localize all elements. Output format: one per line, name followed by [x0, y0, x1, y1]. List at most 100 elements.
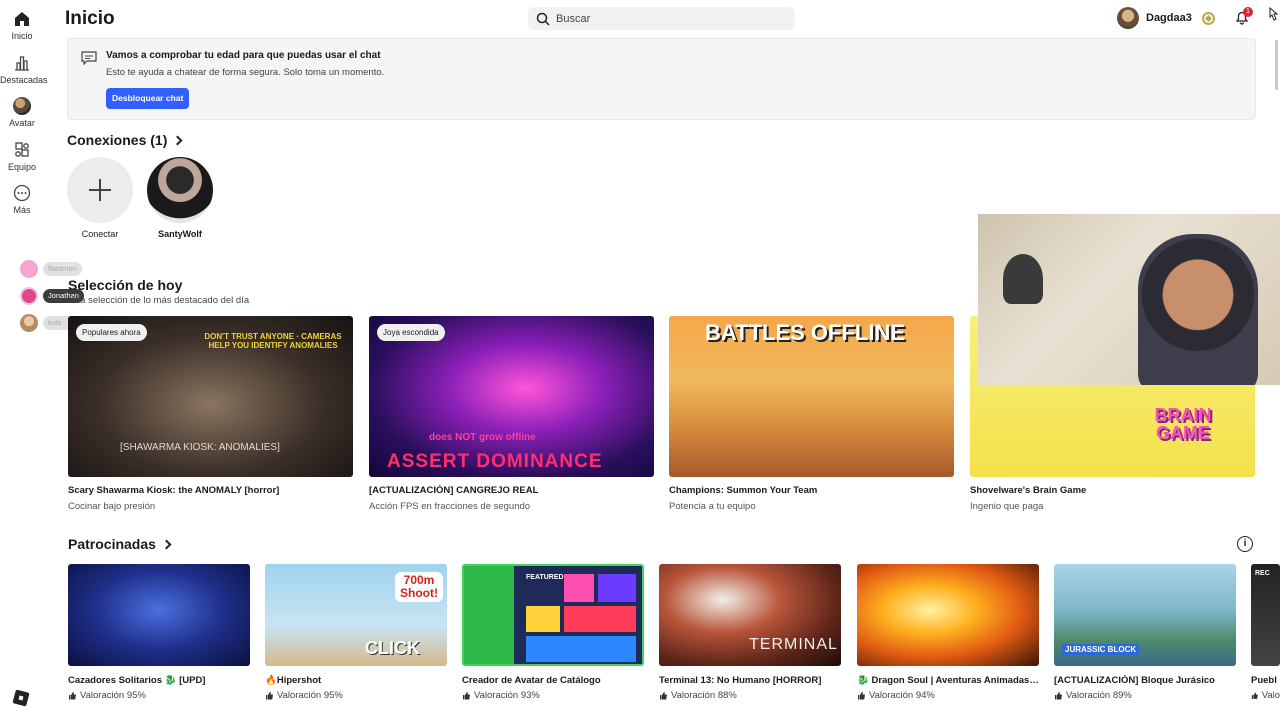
roblox-logo-icon[interactable] — [12, 689, 30, 707]
today-header: Selección de hoy — [68, 277, 182, 293]
discord-avatar — [20, 314, 38, 332]
nav-label: Avatar — [9, 118, 35, 128]
connection-santywolf[interactable]: SantyWolf — [146, 157, 214, 239]
tile — [564, 606, 636, 632]
search-input[interactable] — [556, 12, 776, 25]
game-thumbnail[interactable]: FEATURED — [462, 564, 644, 666]
game-subtitle: Potencia a tu equipo — [669, 501, 756, 512]
game-rating: Valoración 95% — [68, 690, 250, 701]
game-title[interactable]: Champions: Summon Your Team — [669, 485, 954, 496]
game-title[interactable]: Terminal 13: No Humano [HORROR] — [659, 675, 841, 686]
sponsored-title: Patrocinadas — [68, 536, 156, 552]
banner-text: Esto te ayuda a chatear de forma segura.… — [106, 67, 385, 78]
game-title[interactable]: Cazadores Solitarios 🐉 [UPD] — [68, 675, 250, 686]
username[interactable]: Dagdaa3 — [1146, 12, 1192, 24]
game-rating: Valoración 88% — [659, 690, 841, 701]
nav-item-home[interactable]: Inicio — [0, 10, 44, 41]
chevron-right-icon — [172, 135, 183, 145]
sponsored-header[interactable]: Patrocinadas — [68, 536, 172, 552]
game-thumbnail[interactable] — [857, 564, 1039, 666]
plus-icon — [67, 157, 133, 223]
unlock-chat-button[interactable]: Desbloquear chat — [106, 88, 190, 109]
game-card[interactable]: REC Puebl Valo — [1251, 564, 1280, 701]
game-card[interactable]: Populares ahora DON'T TRUST ANYONE · CAM… — [68, 316, 353, 512]
thumbs-up-icon — [266, 692, 273, 700]
thumbnail-text: BATTLES OFFLINE — [705, 320, 906, 345]
game-thumbnail[interactable]: JURASSIC BLOCK — [1054, 564, 1236, 666]
nav-label: Más — [13, 205, 31, 215]
connections-header[interactable]: Conexiones (1) — [67, 132, 183, 148]
game-thumbnail[interactable]: Joya escondida does NOT grow offline ASS… — [369, 316, 654, 477]
avatar[interactable] — [1117, 7, 1139, 29]
game-thumbnail[interactable]: Populares ahora DON'T TRUST ANYONE · CAM… — [68, 316, 353, 477]
game-thumbnail[interactable]: TERMINAL 13 — [659, 564, 841, 666]
nav-item-featured[interactable]: Destacadas — [0, 54, 48, 85]
game-badge: Joya escondida — [377, 324, 445, 341]
nav-item-more[interactable]: Más — [0, 184, 44, 215]
connect-label: Conectar — [81, 229, 119, 239]
robux-icon[interactable] — [1201, 11, 1215, 25]
age-check-banner: Vamos a comprobar tu edad para que pueda… — [67, 38, 1256, 120]
game-rating: Valo — [1251, 690, 1280, 701]
game-card[interactable]: TERMINAL 13 Terminal 13: No Humano [HORR… — [659, 564, 841, 701]
nav-item-team[interactable]: Equipo — [0, 141, 44, 172]
game-subtitle: Cocinar bajo presión — [68, 501, 156, 512]
rating-text: Valoración 95% — [277, 690, 343, 701]
game-title[interactable]: Scary Shawarma Kiosk: the ANOMALY [horro… — [68, 485, 353, 496]
game-title[interactable]: [ACTUALIZACIÓN] Bloque Jurásico — [1054, 675, 1236, 686]
webcam-person — [1138, 234, 1258, 385]
game-thumbnail[interactable]: 700m Shoot! CLICK — [265, 564, 447, 666]
scrollbar[interactable] — [1275, 40, 1278, 90]
info-icon[interactable]: i — [1237, 536, 1253, 552]
rating-text: Valoración 94% — [869, 690, 935, 701]
game-card[interactable]: FEATURED Creador de Avatar de Catálogo V… — [462, 564, 644, 701]
team-icon — [15, 142, 29, 157]
game-title[interactable]: 🔥Hipershot — [265, 675, 447, 686]
game-title[interactable]: [ACTUALIZACIÓN] CANGREJO REAL — [369, 485, 654, 496]
today-subtitle: Una selección de lo más destacado del dí… — [68, 295, 250, 306]
avatar-icon — [13, 97, 31, 115]
game-thumbnail[interactable]: REC — [1251, 564, 1280, 666]
more-icon — [13, 184, 31, 202]
game-card[interactable]: BATTLES OFFLINE Champions: Summon Your T… — [669, 316, 954, 512]
thumbs-up-icon — [660, 692, 667, 700]
game-card[interactable]: 700m Shoot! CLICK 🔥Hipershot Valoración … — [265, 564, 447, 701]
thumbs-up-icon — [463, 692, 470, 700]
connection-name: SantyWolf — [158, 229, 202, 239]
game-card[interactable]: JURASSIC BLOCK [ACTUALIZACIÓN] Bloque Ju… — [1054, 564, 1236, 701]
discord-username: flatamon — [43, 262, 82, 276]
tile — [564, 574, 594, 602]
game-card[interactable]: 🐉 Dragon Soul | Aventuras Animadas ... V… — [857, 564, 1039, 701]
search-bar[interactable] — [528, 7, 795, 30]
user-menu[interactable]: Dagdaa3 — [1117, 7, 1215, 29]
rating-text: Valoración 88% — [671, 690, 737, 701]
game-badge: Populares ahora — [76, 324, 147, 341]
connections-title: Conexiones (1) — [67, 132, 168, 148]
game-title[interactable]: Shovelware's Brain Game — [970, 485, 1255, 496]
game-card[interactable]: Joya escondida does NOT grow offline ASS… — [369, 316, 654, 512]
game-title[interactable]: Creador de Avatar de Catálogo — [462, 675, 644, 686]
rating-text: Valo — [1261, 690, 1280, 701]
rating-text: Valoración 95% — [80, 690, 146, 701]
chevron-right-icon — [161, 539, 172, 549]
game-title[interactable]: 🐉 Dragon Soul | Aventuras Animadas ... — [857, 675, 1039, 686]
thumbnail-text: ASSERT DOMINANCE — [387, 451, 603, 472]
thumbnail-text: FEATURED — [526, 574, 564, 581]
tile — [526, 636, 636, 662]
connect-button[interactable]: Conectar — [66, 157, 134, 239]
discord-icon — [20, 287, 38, 305]
nav-item-avatar[interactable]: Avatar — [0, 97, 44, 128]
thumbnail-text: TERMINAL 13 — [749, 636, 841, 653]
page-title: Inicio — [65, 8, 115, 29]
game-thumbnail[interactable]: BATTLES OFFLINE — [669, 316, 954, 477]
discord-icon — [20, 260, 38, 278]
home-icon — [15, 12, 29, 26]
thumbs-up-icon — [858, 692, 865, 700]
game-thumbnail[interactable] — [68, 564, 250, 666]
game-title[interactable]: Puebl — [1251, 675, 1280, 686]
thumbnail-text: REC — [1255, 570, 1270, 577]
webcam-overlay — [978, 214, 1280, 385]
avatar — [147, 157, 213, 223]
game-card[interactable]: Cazadores Solitarios 🐉 [UPD] Valoración … — [68, 564, 250, 701]
game-rating: Valoración 94% — [857, 690, 1039, 701]
